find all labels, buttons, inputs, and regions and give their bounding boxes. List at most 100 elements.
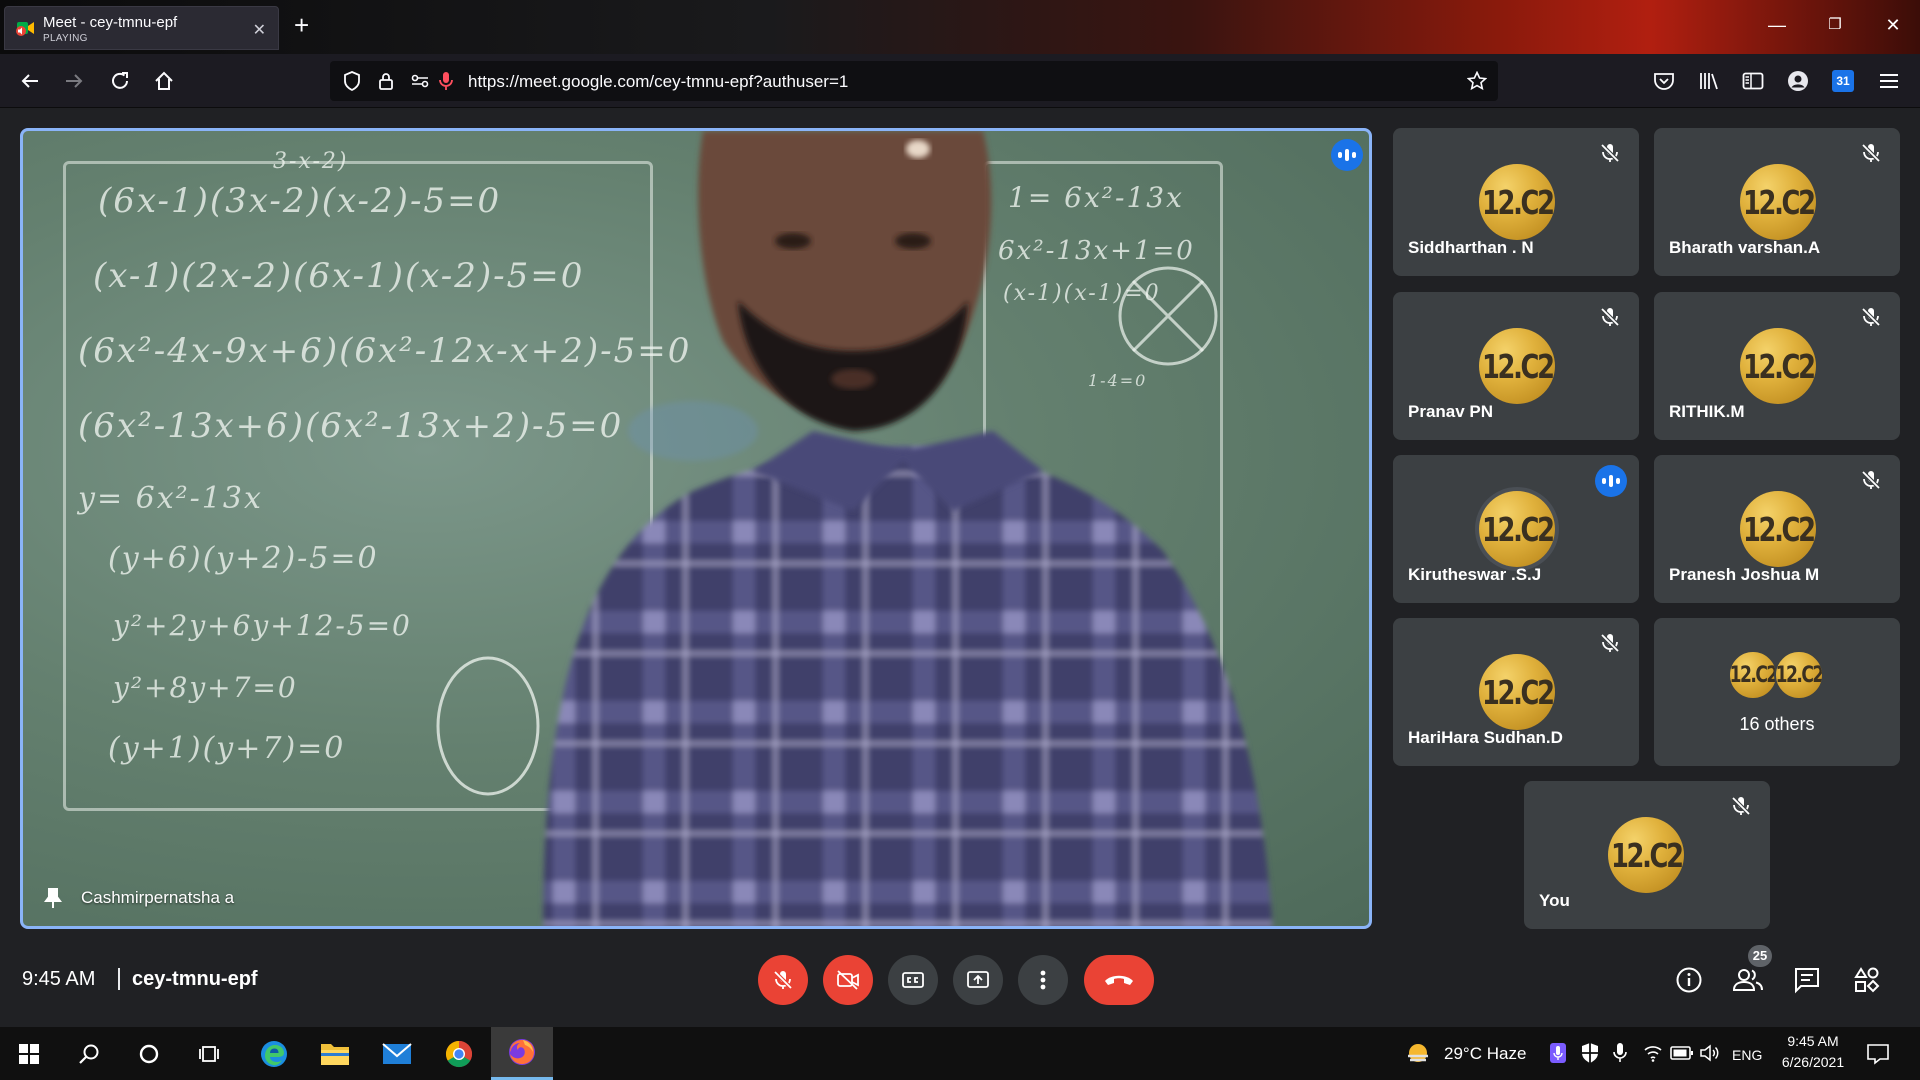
clock-date: 6/26/2021 xyxy=(1781,1054,1845,1070)
present-screen-button[interactable] xyxy=(953,955,1003,1005)
meeting-details-button[interactable] xyxy=(1670,961,1708,999)
address-bar[interactable]: https://meet.google.com/cey-tmnu-epf?aut… xyxy=(330,61,1498,101)
volume-icon[interactable] xyxy=(1699,1043,1721,1063)
main-video-tile[interactable]: 3-x-2) (6x-1)(3x-2)(x-2)-5=0 (x-1)(2x-2)… xyxy=(20,128,1372,929)
menu-icon[interactable] xyxy=(1876,68,1902,94)
home-icon xyxy=(155,71,173,90)
participant-tile[interactable]: 12.C2 Siddharthan . N xyxy=(1393,128,1639,276)
task-view-button[interactable] xyxy=(180,1027,238,1080)
mic-off-icon xyxy=(1731,796,1751,816)
sidebar-icon[interactable] xyxy=(1740,68,1766,94)
camera-toggle-button[interactable] xyxy=(823,955,873,1005)
cortana-button[interactable] xyxy=(120,1027,178,1080)
mic-in-use-tray-icon[interactable] xyxy=(1612,1042,1628,1064)
chat-button[interactable] xyxy=(1788,961,1826,999)
avatar-label: 12.C2 xyxy=(1775,662,1823,688)
participant-tile[interactable]: 12.C2 RITHIK.M xyxy=(1654,292,1900,440)
avatar: 12.C2 xyxy=(1740,491,1816,567)
chalk-line: (y+6)(y+2)-5=0 xyxy=(108,541,379,576)
account-icon[interactable] xyxy=(1785,68,1811,94)
forward-button[interactable] xyxy=(60,67,88,95)
back-button[interactable] xyxy=(16,67,44,95)
reload-icon xyxy=(112,72,128,89)
start-button[interactable] xyxy=(0,1027,58,1080)
microphone-tray-icon[interactable] xyxy=(1549,1042,1567,1064)
avatar: 12.C2 xyxy=(1774,650,1824,700)
home-button[interactable] xyxy=(150,67,178,95)
browser-tab[interactable]: Meet - cey-tmnu-epf PLAYING ✕ xyxy=(4,6,279,50)
mic-toggle-button[interactable] xyxy=(758,955,808,1005)
participant-tile[interactable]: 12.C2 Bharath varshan.A xyxy=(1654,128,1900,276)
taskbar-edge[interactable] xyxy=(245,1027,303,1080)
clock[interactable]: 9:45 AM 6/26/2021 xyxy=(1770,1033,1856,1070)
meeting-code: cey-tmnu-epf xyxy=(132,968,258,990)
avatar: 12.C2 xyxy=(1608,817,1684,893)
forward-arrow-icon xyxy=(66,74,83,88)
avatar: 12.C2 xyxy=(1479,491,1555,567)
participant-tile[interactable]: 12.C2 Kirutheswar .S.J xyxy=(1393,455,1639,603)
reload-button[interactable] xyxy=(106,67,134,95)
avatar: 12.C2 xyxy=(1740,164,1816,240)
participant-tile[interactable]: 12.C2 Pranesh Joshua M xyxy=(1654,455,1900,603)
participant-tile[interactable]: 12.C2 HariHara Sudhan.D xyxy=(1393,618,1639,766)
meet-control-bar: 9:45 AM cey-tmnu-epf 25 xyxy=(0,930,1920,1027)
main-tile-name: Cashmirpernatsha a xyxy=(81,888,235,907)
participant-tile[interactable]: 12.C2 Pranav PN xyxy=(1393,292,1639,440)
participant-name: HariHara Sudhan.D xyxy=(1408,728,1563,747)
taskbar-mail[interactable] xyxy=(368,1027,426,1080)
pin-icon[interactable] xyxy=(41,886,65,910)
search-button[interactable] xyxy=(60,1027,118,1080)
speaking-indicator-icon xyxy=(1595,465,1627,497)
defender-icon[interactable] xyxy=(1580,1042,1600,1064)
new-tab-button[interactable]: + xyxy=(294,12,309,38)
minimize-button[interactable]: — xyxy=(1762,12,1792,38)
wifi-icon[interactable] xyxy=(1643,1044,1663,1062)
avatar: 12.C2 xyxy=(1479,164,1555,240)
mic-off-icon xyxy=(1600,633,1620,653)
leave-call-button[interactable] xyxy=(1084,955,1154,1005)
mic-off-icon xyxy=(773,970,793,990)
notifications-icon[interactable] xyxy=(1866,1043,1890,1065)
battery-icon[interactable] xyxy=(1670,1045,1694,1061)
input-language[interactable]: ENG xyxy=(1732,1047,1762,1063)
divider xyxy=(118,968,120,990)
taskbar-firefox[interactable] xyxy=(491,1027,553,1080)
firefox-icon xyxy=(509,1039,535,1065)
chalk-line: y²+2y+6y+12-5=0 xyxy=(113,609,412,642)
activities-button[interactable] xyxy=(1848,961,1886,999)
self-tile[interactable]: 12.C2 You xyxy=(1524,781,1770,929)
captions-button[interactable] xyxy=(888,955,938,1005)
pocket-icon[interactable] xyxy=(1651,68,1677,94)
avatar-label: 12.C2 xyxy=(1729,662,1777,688)
mail-icon xyxy=(382,1042,412,1064)
shield-icon[interactable] xyxy=(342,71,362,91)
restore-button[interactable]: ❐ xyxy=(1820,12,1850,38)
weather-text[interactable]: 29°C Haze xyxy=(1444,1044,1526,1064)
taskbar-chrome[interactable] xyxy=(430,1027,488,1080)
task-view-icon xyxy=(199,1045,219,1062)
mic-off-icon xyxy=(1861,470,1881,490)
mic-off-icon xyxy=(1600,143,1620,163)
browser-title-bar: Meet - cey-tmnu-epf PLAYING ✕ + — ❐ ✕ xyxy=(0,0,1920,54)
chalk-line: y= 6x²-13x xyxy=(78,481,263,516)
avatar-label: 12.C2 xyxy=(1481,672,1555,712)
meet-stage: 3-x-2) (6x-1)(3x-2)(x-2)-5=0 (x-1)(2x-2)… xyxy=(0,109,1920,1027)
others-tile[interactable]: 12.C2 12.C2 16 others xyxy=(1654,618,1900,766)
participant-name: Bharath varshan.A xyxy=(1669,238,1821,257)
microphone-in-use-icon[interactable] xyxy=(436,71,456,91)
lock-icon[interactable] xyxy=(376,71,396,91)
chalk-line: (6x-1)(3x-2)(x-2)-5=0 xyxy=(98,181,502,221)
close-window-button[interactable]: ✕ xyxy=(1878,12,1908,38)
more-options-button[interactable] xyxy=(1018,955,1068,1005)
participant-name: Pranesh Joshua M xyxy=(1669,565,1820,584)
library-icon[interactable] xyxy=(1696,68,1722,94)
participant-name: Kirutheswar .S.J xyxy=(1408,565,1542,584)
people-count-badge: 25 xyxy=(1748,945,1772,967)
permissions-icon[interactable] xyxy=(410,71,430,91)
taskbar-file-explorer[interactable] xyxy=(306,1027,364,1080)
weather-haze-icon[interactable] xyxy=(1405,1041,1431,1067)
calendar-extension-icon[interactable]: 31 xyxy=(1830,68,1856,94)
bookmark-star-icon[interactable] xyxy=(1467,71,1487,91)
chalk-line: (x-1)(2x-2)(6x-1)(x-2)-5=0 xyxy=(93,256,585,296)
tab-close-icon[interactable]: ✕ xyxy=(253,20,266,40)
